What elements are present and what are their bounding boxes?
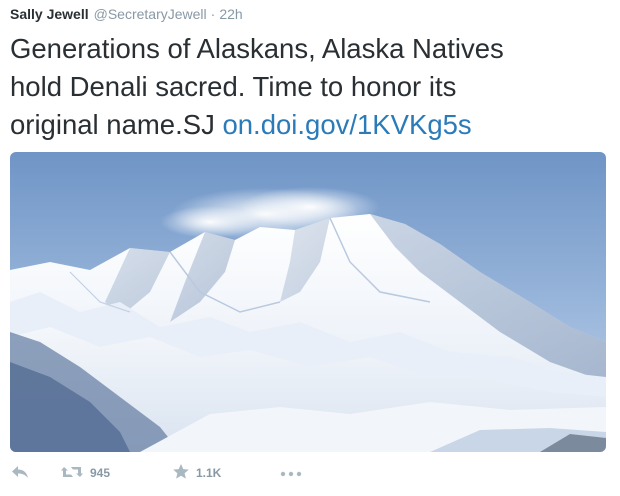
retweet-button[interactable]: 945 <box>60 464 172 483</box>
tweet-text-line-3: original name.SJ on.doi.gov/1KVKg5s <box>10 106 610 144</box>
tweet-text-line-3-prefix: original name.SJ <box>10 109 223 140</box>
retweet-count: 945 <box>90 466 111 480</box>
mountain-photo <box>10 152 606 452</box>
tweet-timestamp[interactable]: 22h <box>219 6 242 22</box>
more-button[interactable] <box>280 466 320 480</box>
tweet-text-line-1: Generations of Alaskans, Alaska Natives <box>10 33 504 64</box>
tweet-actions: 945 1.1K <box>10 458 610 488</box>
author-handle[interactable]: @SecretaryJewell <box>94 6 207 22</box>
more-icon <box>280 466 302 480</box>
separator-dot: · <box>210 6 216 22</box>
reply-icon <box>10 464 30 483</box>
retweet-icon <box>60 464 84 483</box>
favorite-count: 1.1K <box>196 466 222 480</box>
tweet-link[interactable]: on.doi.gov/1KVKg5s <box>222 109 471 140</box>
favorite-button[interactable]: 1.1K <box>172 463 280 483</box>
tweet-text: Generations of Alaskans, Alaska Natives … <box>10 30 610 144</box>
tweet-photo[interactable] <box>10 152 606 452</box>
tweet-text-line-2: hold Denali sacred. Time to honor its <box>10 71 457 102</box>
star-icon <box>172 463 190 483</box>
author-name[interactable]: Sally Jewell <box>10 6 89 22</box>
reply-button[interactable] <box>10 464 60 483</box>
tweet-card: Sally Jewell @SecretaryJewell · 22h Gene… <box>0 0 620 496</box>
tweet-header: Sally Jewell @SecretaryJewell · 22h <box>10 6 243 26</box>
